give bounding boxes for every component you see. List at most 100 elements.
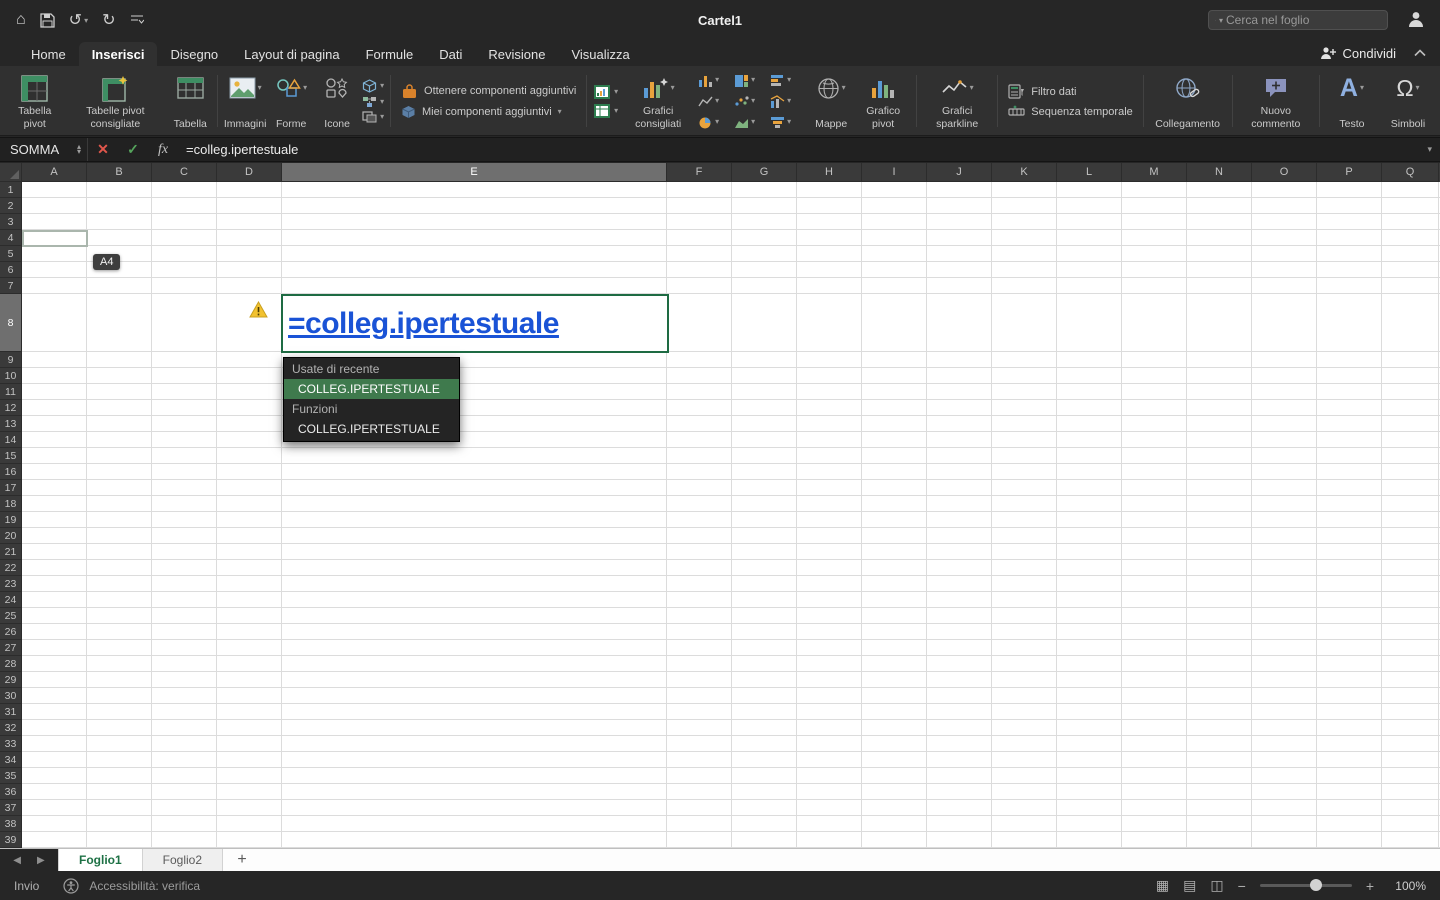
row-header-2[interactable]: 2: [0, 198, 22, 214]
tab-inserisci[interactable]: Inserisci: [79, 42, 158, 66]
column-header-B[interactable]: B: [87, 163, 152, 182]
my-addins-button[interactable]: Miei componenti aggiuntivi ▾: [401, 105, 576, 119]
screenshot-button[interactable]: ▾: [362, 111, 384, 123]
row-header-6[interactable]: 6: [0, 262, 22, 278]
row-header-20[interactable]: 20: [0, 528, 22, 544]
save-button[interactable]: [40, 13, 55, 28]
autocomplete-item[interactable]: COLLEG.IPERTESTUALE: [284, 379, 459, 399]
row-header-16[interactable]: 16: [0, 464, 22, 480]
row-header-21[interactable]: 21: [0, 544, 22, 560]
row-header-30[interactable]: 30: [0, 688, 22, 704]
normal-view-button[interactable]: ▦: [1156, 877, 1169, 894]
slicer-button[interactable]: Filtro dati: [1008, 84, 1133, 99]
hierarchy-chart-button[interactable]: ▾: [734, 70, 770, 91]
select-all-corner[interactable]: [0, 163, 22, 182]
row-header-23[interactable]: 23: [0, 576, 22, 592]
search-box[interactable]: ▾: [1208, 10, 1388, 30]
name-box[interactable]: SOMMA ▴▾: [0, 138, 88, 161]
sheet-tab-foglio1[interactable]: Foglio1: [58, 849, 143, 871]
row-header-35[interactable]: 35: [0, 768, 22, 784]
row-header-10[interactable]: 10: [0, 368, 22, 384]
column-header-I[interactable]: I: [862, 163, 927, 182]
column-header-M[interactable]: M: [1122, 163, 1187, 182]
models-3d-button[interactable]: ▾: [362, 79, 384, 93]
pivot-chart-button[interactable]: Grafico pivot: [854, 69, 912, 133]
pivot-table-button[interactable]: Tabella pivot: [6, 69, 63, 133]
add-sheet-button[interactable]: +: [223, 849, 261, 871]
column-header-D[interactable]: D: [217, 163, 282, 182]
recommended-pivot-button[interactable]: Tabelle pivot consigliate: [63, 69, 167, 133]
sheet-chart-button-1[interactable]: ▾: [593, 84, 618, 100]
column-header-J[interactable]: J: [927, 163, 992, 182]
row-header-34[interactable]: 34: [0, 752, 22, 768]
formula-warning-button[interactable]: [249, 301, 268, 323]
area-chart-button[interactable]: ▾: [734, 112, 770, 133]
tab-layout-di-pagina[interactable]: Layout di pagina: [231, 42, 352, 66]
column-header-C[interactable]: C: [152, 163, 217, 182]
scatter-chart-button[interactable]: ▾: [734, 91, 770, 112]
column-chart-button[interactable]: ▾: [698, 70, 734, 91]
symbols-button[interactable]: Ω▾ Simboli: [1380, 69, 1436, 133]
row-header-1[interactable]: 1: [0, 182, 22, 198]
maps-button[interactable]: ▾ Mappe: [808, 69, 854, 133]
row-header-4[interactable]: 4: [0, 230, 22, 246]
row-header-17[interactable]: 17: [0, 480, 22, 496]
share-button[interactable]: Condividi: [1319, 46, 1396, 61]
sheet-chart-button-2[interactable]: ▾: [593, 103, 618, 119]
cancel-formula-button[interactable]: ✕: [88, 141, 118, 158]
funnel-chart-button[interactable]: ▾: [770, 112, 806, 133]
tab-dati[interactable]: Dati: [426, 42, 475, 66]
row-header-27[interactable]: 27: [0, 640, 22, 656]
insert-function-button[interactable]: fx: [148, 142, 178, 158]
pictures-button[interactable]: ▾ Immagini: [222, 69, 268, 133]
tab-disegno[interactable]: Disegno: [157, 42, 231, 66]
pie-chart-button[interactable]: ▾: [698, 112, 734, 133]
row-header-9[interactable]: 9: [0, 352, 22, 368]
new-comment-button[interactable]: Nuovo commento: [1237, 69, 1316, 133]
line-chart-button[interactable]: ▾: [698, 91, 734, 112]
undo-button[interactable]: ↺▾: [69, 10, 88, 30]
prev-sheet-button[interactable]: ◀: [13, 855, 21, 866]
text-button[interactable]: A▾ Testo: [1324, 69, 1380, 133]
zoom-in-button[interactable]: +: [1366, 878, 1374, 894]
shapes-button[interactable]: ▾ Forme: [268, 69, 314, 133]
editing-cell[interactable]: =colleg.ipertestuale: [281, 294, 669, 353]
row-header-33[interactable]: 33: [0, 736, 22, 752]
row-header-32[interactable]: 32: [0, 720, 22, 736]
timeline-button[interactable]: Sequenza temporale: [1008, 105, 1133, 118]
column-header-G[interactable]: G: [732, 163, 797, 182]
page-break-view-button[interactable]: ◫: [1210, 877, 1223, 894]
column-header-E[interactable]: E: [282, 163, 667, 182]
zoom-slider-knob[interactable]: [1310, 879, 1322, 891]
row-header-14[interactable]: 14: [0, 432, 22, 448]
tab-revisione[interactable]: Revisione: [475, 42, 558, 66]
row-header-26[interactable]: 26: [0, 624, 22, 640]
zoom-out-button[interactable]: −: [1238, 878, 1246, 894]
row-header-28[interactable]: 28: [0, 656, 22, 672]
row-header-29[interactable]: 29: [0, 672, 22, 688]
row-header-24[interactable]: 24: [0, 592, 22, 608]
redo-button[interactable]: ↻: [102, 10, 115, 30]
row-header-31[interactable]: 31: [0, 704, 22, 720]
smartart-button[interactable]: ▾: [362, 96, 384, 108]
table-button[interactable]: Tabella: [167, 69, 213, 133]
column-header-Q[interactable]: Q: [1382, 163, 1439, 182]
combo-chart-button[interactable]: ▾: [770, 91, 806, 112]
tab-formule[interactable]: Formule: [353, 42, 427, 66]
row-header-36[interactable]: 36: [0, 784, 22, 800]
page-layout-view-button[interactable]: ▤: [1183, 877, 1196, 894]
row-header-37[interactable]: 37: [0, 800, 22, 816]
row-header-39[interactable]: 39: [0, 832, 22, 848]
column-header-F[interactable]: F: [667, 163, 732, 182]
name-box-spinner[interactable]: ▴▾: [77, 145, 81, 154]
accessibility-status[interactable]: Accessibilità: verifica: [89, 879, 200, 893]
tab-visualizza[interactable]: Visualizza: [558, 42, 642, 66]
column-header-H[interactable]: H: [797, 163, 862, 182]
profile-button[interactable]: [1406, 9, 1426, 34]
autocomplete-item[interactable]: COLLEG.IPERTESTUALE: [284, 419, 459, 439]
row-header-15[interactable]: 15: [0, 448, 22, 464]
row-header-18[interactable]: 18: [0, 496, 22, 512]
column-header-A[interactable]: A: [22, 163, 87, 182]
customize-toolbar-button[interactable]: [130, 14, 144, 26]
tab-home[interactable]: Home: [18, 42, 79, 66]
